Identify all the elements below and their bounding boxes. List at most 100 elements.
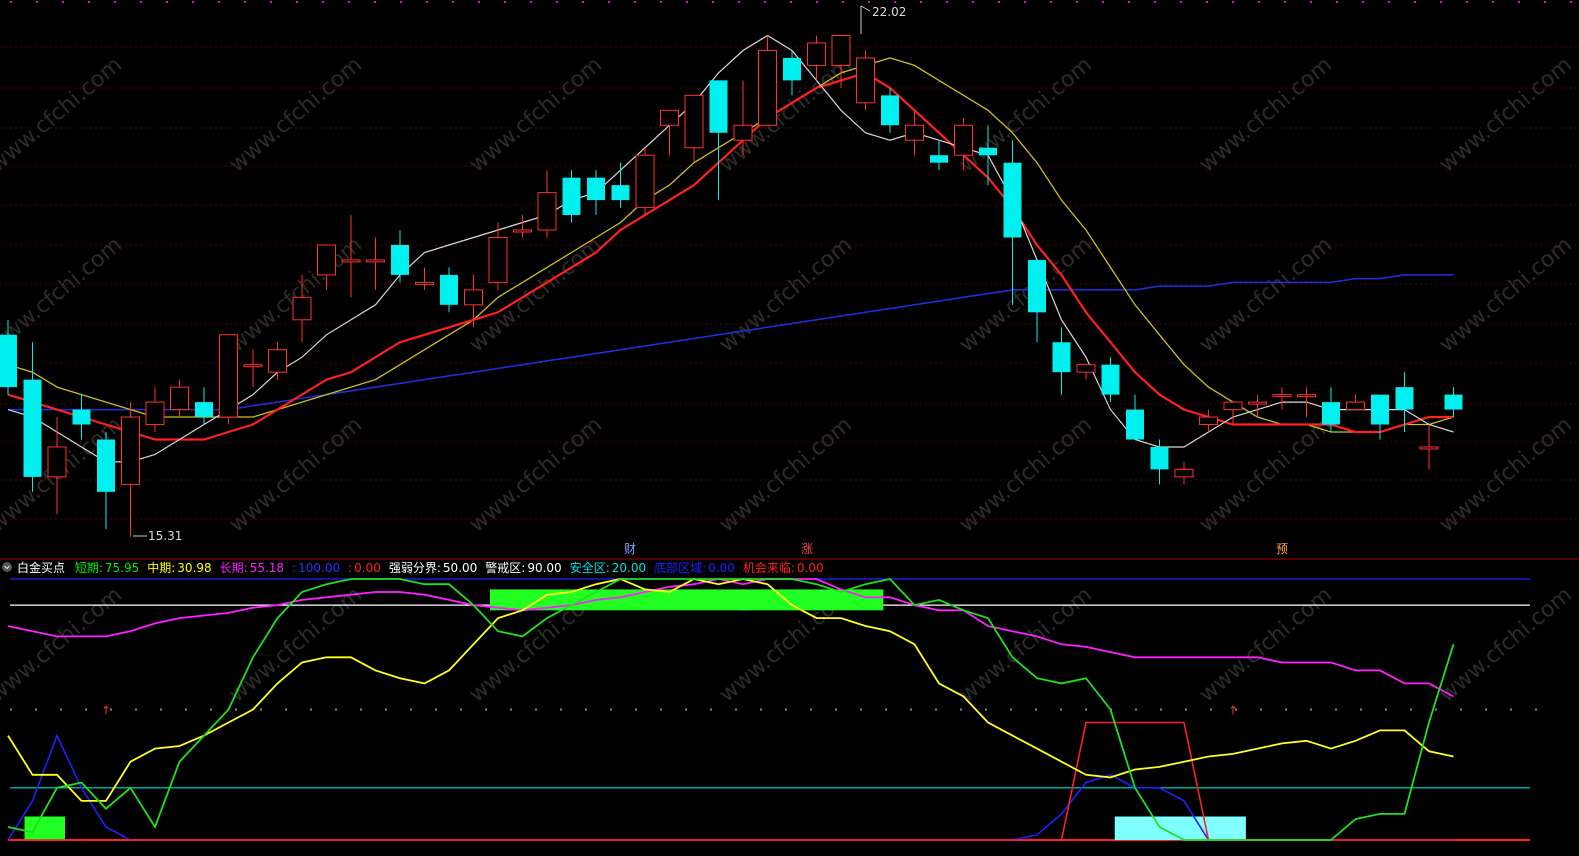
candle [635,147,655,216]
candle-body-up [1272,394,1292,398]
midline-dot [960,708,962,711]
top-dot [1310,1,1312,3]
candle-body-up [488,236,508,283]
high-price-label: 22.02 [872,5,906,19]
midline-dot [1010,708,1012,711]
legend-value: 0.00 [354,561,381,575]
candle-body-down [391,244,409,275]
top-dot [10,1,12,3]
candle [47,417,67,515]
legend-value: 100.00 [298,561,340,575]
candle-body-up [1346,401,1365,411]
indicator-toggle-icon[interactable] [2,562,12,572]
candle [1126,394,1144,440]
candle [1346,394,1365,411]
legend-value: 0.00 [708,561,735,575]
candle-body-up [758,49,777,126]
up-arrow-icon: ↑ [1228,704,1238,718]
candle-body-down [783,57,801,81]
top-dot [712,1,714,3]
midline-dot [1385,708,1387,711]
midline-dot [1410,708,1412,711]
legend-value: 50.00 [443,561,477,575]
candle-body-down [979,147,997,156]
top-dot [1128,1,1130,3]
high-pointer-arrow [860,5,871,12]
top-dot [1362,1,1364,3]
candle-body-down [195,402,213,418]
watermark-text: www.cfchi.com [465,52,607,177]
midline-dot [460,708,462,711]
candle-body-up [268,349,287,373]
top-dot [1102,1,1104,3]
candle-body-down [1395,387,1414,410]
candle [464,274,483,328]
candle-body-up [170,386,189,411]
midline-dot [860,708,862,711]
midline-dot [610,708,612,711]
top-dot [1570,1,1572,3]
legend-value: 30.98 [177,561,211,575]
midline-dot [1535,708,1537,711]
midline-dot [1035,708,1037,711]
legend-label: : [348,561,352,575]
watermark-text: www.cfchi.com [1195,52,1337,177]
candle [1076,364,1096,380]
top-dot [1076,1,1078,3]
candle [219,334,238,425]
candle-body-down [709,80,728,133]
candle-body-up [905,124,924,141]
midline-dot [310,708,312,711]
candle [243,349,263,388]
top-dot [998,1,1000,3]
watermark-text: www.cfchi.com [1195,582,1337,707]
top-dot [114,1,116,3]
candle [121,402,140,537]
midline-dot [510,708,512,711]
midline-dot [710,708,712,711]
candle-body-up [1199,416,1218,426]
top-dot [322,1,324,3]
watermark-text: www.cfchi.com [465,232,607,357]
legend-value: 75.95 [105,561,139,575]
top-dot [738,1,740,3]
midline-dot [1135,708,1137,711]
midline-dot [410,708,412,711]
candle-body-up [635,154,655,209]
watermark-text: www.cfchi.com [1435,232,1577,357]
candlesticks [0,34,1463,537]
top-dot [504,1,506,3]
indicator-legend: 白金买点 短期: 75.95 中期: 30.98 长期: 55.18:100.00:0.0… [2,560,824,575]
midline-dot [335,708,337,711]
candle-body-up [1174,468,1194,478]
top-dot [1336,1,1338,3]
candle [562,170,581,223]
signal-bar [24,816,65,840]
candle [1003,140,1022,305]
candle [1272,387,1292,410]
candle-body-up [341,259,361,263]
candle-body-down [1101,364,1120,395]
top-dot [1050,1,1052,3]
candle-body-up [415,281,434,285]
midline-dot [1285,708,1287,711]
midline-dot [35,708,37,711]
midline-dot [685,708,687,711]
event-marker-zhang: 涨 [801,541,813,556]
candle-body-up [660,109,679,126]
candle-body-up [954,124,973,156]
legend-value: 90.00 [527,561,561,575]
candle-body-down [72,409,91,425]
indicator-name: 白金买点 [17,560,65,575]
top-dot [686,1,688,3]
top-dot [348,1,350,3]
candle [195,387,213,425]
candle [611,162,630,208]
midline-dot [185,708,187,711]
candle [587,170,605,216]
candle [1444,387,1463,418]
midline-dot [485,708,487,711]
candle [97,432,115,530]
top-dot [244,1,246,3]
candle [23,342,42,492]
